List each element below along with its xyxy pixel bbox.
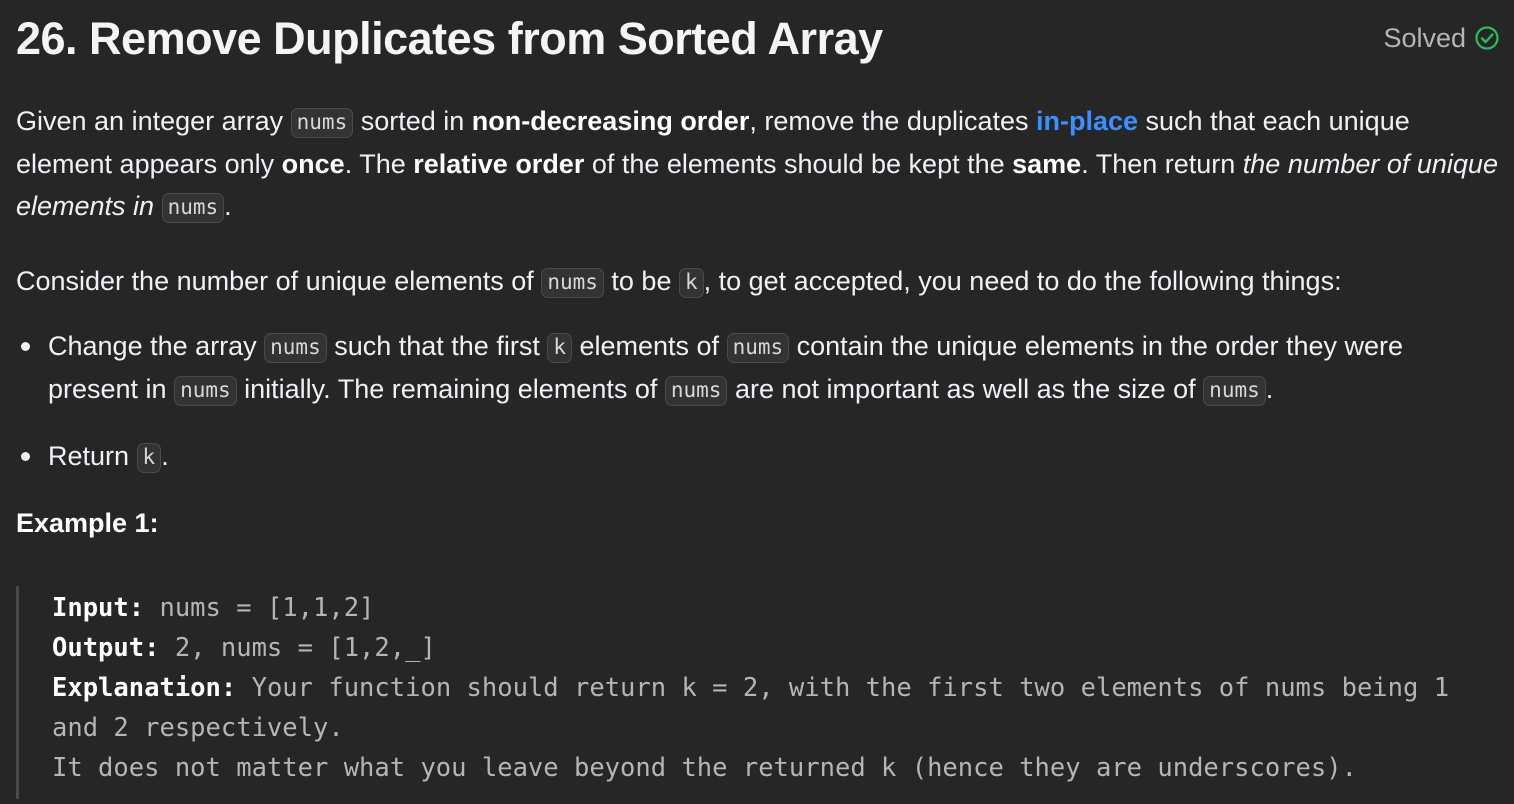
- requirements-list: Change the array nums such that the firs…: [16, 325, 1500, 478]
- text: .: [161, 441, 169, 471]
- inline-code: k: [136, 443, 162, 473]
- inline-code: nums: [290, 108, 354, 138]
- text: Given an integer array: [16, 106, 291, 136]
- list-item: Change the array nums such that the firs…: [21, 325, 1500, 411]
- text: initially. The remaining elements of: [236, 374, 665, 404]
- text: . Then return: [1081, 149, 1243, 179]
- in-place-link[interactable]: in-place: [1036, 106, 1138, 136]
- inline-code: nums: [664, 376, 728, 406]
- inline-code: k: [547, 333, 572, 363]
- example-explanation-row: Explanation: Your function should return…: [52, 668, 1500, 748]
- example-title: Example 1:: [16, 508, 159, 538]
- problem-title: 26. Remove Duplicates from Sorted Array: [16, 13, 883, 64]
- text: sorted in: [353, 106, 472, 136]
- example-output-row: Output: 2, nums = [1,2,_]: [52, 628, 1500, 668]
- text: , to get accepted, you need to do the fo…: [703, 266, 1342, 296]
- check-circle-icon: [1474, 25, 1500, 51]
- text: , remove the duplicates: [749, 106, 1036, 136]
- description-paragraph-2: Consider the number of unique elements o…: [16, 260, 1500, 303]
- bold-text: once: [281, 149, 345, 179]
- bold-text: relative order: [413, 149, 585, 179]
- example-block: Input: nums = [1,1,2] Output: 2, nums = …: [16, 586, 1500, 799]
- explanation-label: Explanation:: [52, 673, 237, 703]
- text: Change the array: [48, 331, 265, 361]
- text: Return: [48, 441, 137, 471]
- inline-code: nums: [264, 333, 327, 363]
- text: . The: [344, 149, 414, 179]
- text: .: [1265, 374, 1274, 404]
- input-label: Input:: [52, 593, 145, 623]
- solved-status-label: Solved: [1383, 23, 1466, 53]
- bold-text: same: [1012, 149, 1082, 179]
- inline-code: nums: [161, 193, 225, 223]
- description-paragraph-1: Given an integer array nums sorted in no…: [16, 100, 1500, 228]
- explanation-value: Your function should return k = 2, with …: [52, 673, 1465, 743]
- example-explanation-row-2: It does not matter what you leave beyond…: [52, 753, 1357, 783]
- text: to be: [603, 266, 679, 296]
- inline-code: nums: [174, 376, 237, 406]
- output-label: Output:: [52, 633, 160, 663]
- text: Consider the number of unique elements o…: [16, 266, 542, 296]
- inline-code: nums: [1203, 376, 1266, 406]
- problem-description: Given an integer array nums sorted in no…: [16, 100, 1500, 544]
- list-item: Return k.: [21, 435, 1500, 478]
- input-value: nums = [1,1,2]: [144, 593, 375, 623]
- text: such that the first: [326, 331, 548, 361]
- inline-code: k: [678, 268, 704, 298]
- inline-code: nums: [541, 268, 604, 298]
- inline-code: nums: [726, 333, 790, 363]
- bold-text: non-decreasing order: [471, 106, 750, 136]
- solved-status: Solved: [1383, 20, 1500, 56]
- example-input-row: Input: nums = [1,1,2]: [52, 588, 1500, 628]
- text: elements of: [571, 331, 727, 361]
- text: .: [224, 191, 232, 221]
- output-value: 2, nums = [1,2,_]: [159, 633, 436, 663]
- text: of the elements should be kept the: [584, 149, 1013, 179]
- text: are not important as well as the size of: [727, 374, 1204, 404]
